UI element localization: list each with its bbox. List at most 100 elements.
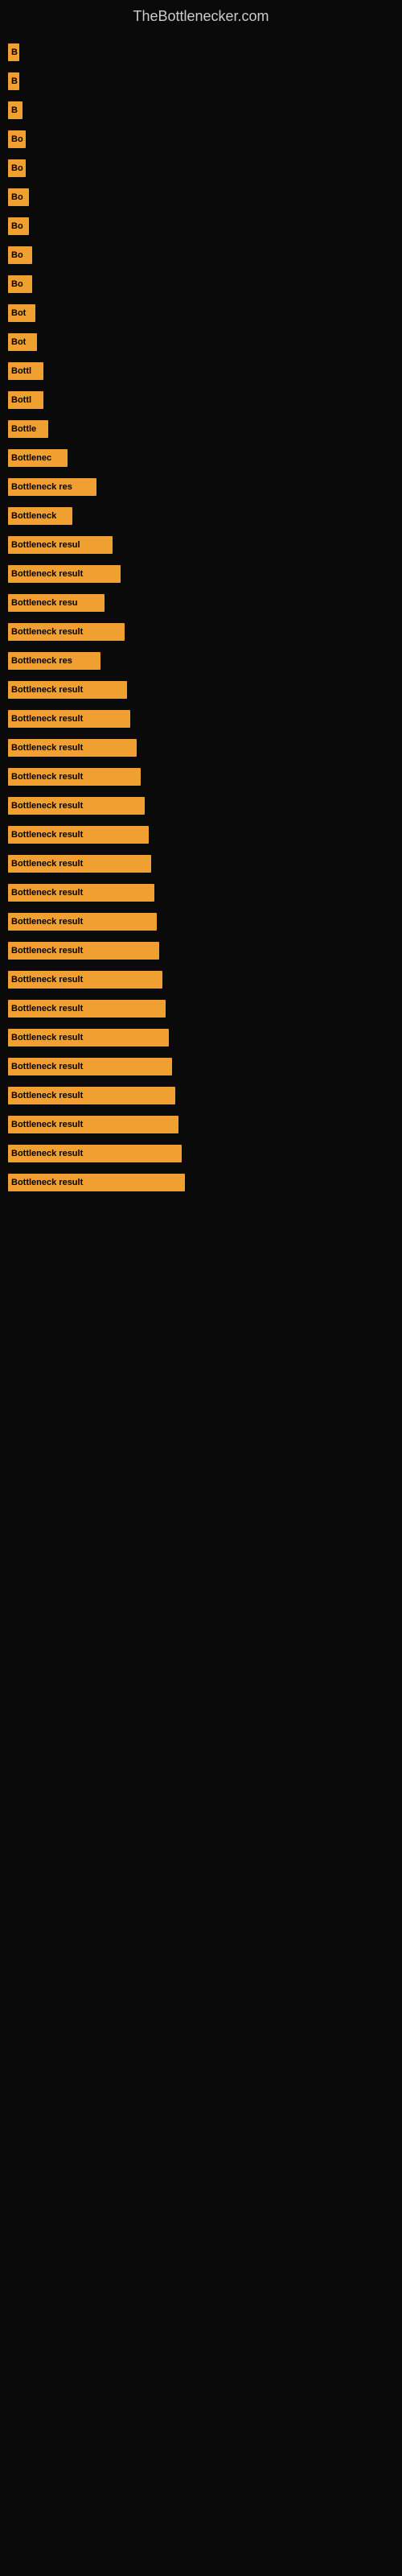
bar-item: Bottleneck [8, 507, 72, 525]
bar-label: Bottleneck result [11, 888, 83, 898]
bar-label: Bo [11, 134, 23, 144]
bar-row: Bottleneck result [8, 621, 394, 643]
bar-item: Bo [8, 188, 29, 206]
bar-row: Bottleneck resu [8, 592, 394, 614]
bar-item: Bottleneck result [8, 1058, 172, 1075]
bar-row: Bo [8, 157, 394, 180]
bar-row: Bottl [8, 360, 394, 382]
bar-row: Bottleneck result [8, 910, 394, 933]
bar-label: Bottleneck resu [11, 598, 78, 608]
bar-row: Bot [8, 331, 394, 353]
bar-row: Bottleneck result [8, 852, 394, 875]
bar-row: B [8, 99, 394, 122]
bar-item: Bottleneck result [8, 768, 141, 786]
bar-row: Bo [8, 273, 394, 295]
bar-item: Bottleneck result [8, 1000, 166, 1018]
site-title: TheBottlenecker.com [0, 0, 402, 29]
bar-row: Bottleneck result [8, 1171, 394, 1194]
bar-label: B [11, 47, 18, 57]
bar-label: Bottleneck result [11, 685, 83, 695]
bar-label: Bottleneck result [11, 1178, 83, 1187]
bar-row: Bottleneck result [8, 679, 394, 701]
bar-row: Bottleneck result [8, 563, 394, 585]
bar-item: Bottleneck result [8, 739, 137, 757]
bar-item: Bot [8, 333, 37, 351]
bar-row: Bottl [8, 389, 394, 411]
bar-item: Bottleneck result [8, 855, 151, 873]
bar-label: Bottleneck result [11, 1004, 83, 1013]
bar-item: Bottleneck result [8, 565, 121, 583]
bar-label: Bottle [11, 424, 36, 434]
bar-label: Bottleneck result [11, 772, 83, 782]
bar-label: Bottleneck res [11, 656, 72, 666]
bar-label: Bottl [11, 395, 31, 405]
bar-label: Bo [11, 192, 23, 202]
bar-row: Bo [8, 244, 394, 266]
bar-item: Bottleneck result [8, 797, 145, 815]
bar-row: Bottle [8, 418, 394, 440]
bar-label: Bottleneck resul [11, 540, 80, 550]
bar-row: Bottleneck result [8, 939, 394, 962]
bar-label: Bo [11, 279, 23, 289]
bar-row: Bottleneck res [8, 476, 394, 498]
bar-item: Bottlenec [8, 449, 68, 467]
bar-item: Bottleneck result [8, 826, 149, 844]
bar-item: Bottleneck resul [8, 536, 113, 554]
bar-item: Bottleneck result [8, 884, 154, 902]
bar-label: Bottleneck result [11, 1091, 83, 1100]
bar-label: Bottleneck result [11, 917, 83, 927]
bar-label: Bottleneck result [11, 569, 83, 579]
bar-row: Bottleneck result [8, 968, 394, 991]
bar-row: Bottleneck result [8, 997, 394, 1020]
bar-row: Bottleneck result [8, 708, 394, 730]
bar-label: Bottleneck result [11, 859, 83, 869]
bar-label: Bottleneck [11, 511, 56, 521]
bar-row: Bottleneck result [8, 795, 394, 817]
bar-item: Bottleneck result [8, 1116, 178, 1133]
bar-item: Bottleneck result [8, 971, 162, 989]
bar-item: Bottleneck result [8, 1145, 182, 1162]
bar-item: Bottle [8, 420, 48, 438]
bar-label: Bo [11, 163, 23, 173]
bar-row: Bottleneck res [8, 650, 394, 672]
bar-row: Bo [8, 186, 394, 208]
bar-label: Bot [11, 308, 26, 318]
bar-row: Bottlenec [8, 447, 394, 469]
bar-item: Bottleneck result [8, 1029, 169, 1046]
bar-row: Bottleneck result [8, 1055, 394, 1078]
bar-label: Bottleneck result [11, 714, 83, 724]
bars-container: BBBBoBoBoBoBoBoBotBotBottlBottlBottleBot… [0, 29, 402, 1212]
bar-label: Bottleneck result [11, 830, 83, 840]
bar-item: Bo [8, 159, 26, 177]
bar-item: Bottleneck result [8, 1174, 185, 1191]
bar-item: Bo [8, 275, 32, 293]
bar-item: Bottl [8, 362, 43, 380]
bar-label: Bottleneck result [11, 1062, 83, 1071]
bar-row: Bottleneck result [8, 766, 394, 788]
bar-label: Bottleneck result [11, 1149, 83, 1158]
bar-item: Bottleneck res [8, 478, 96, 496]
bar-item: B [8, 101, 23, 119]
bar-item: Bo [8, 130, 26, 148]
bar-row: Bottleneck resul [8, 534, 394, 556]
bar-row: Bot [8, 302, 394, 324]
bar-item: Bottleneck resu [8, 594, 105, 612]
bar-label: Bottleneck result [11, 801, 83, 811]
bar-row: Bottleneck result [8, 1142, 394, 1165]
bar-item: Bottleneck res [8, 652, 100, 670]
bar-label: Bottlenec [11, 453, 51, 463]
bar-row: Bottleneck result [8, 824, 394, 846]
bar-row: Bottleneck result [8, 737, 394, 759]
bar-label: Bottleneck result [11, 1120, 83, 1129]
bar-row: Bo [8, 128, 394, 151]
bar-label: Bot [11, 337, 26, 347]
bar-item: Bottleneck result [8, 1087, 175, 1104]
bar-item: Bo [8, 246, 32, 264]
bar-row: Bottleneck result [8, 881, 394, 904]
bar-label: Bottl [11, 366, 31, 376]
bar-row: Bottleneck result [8, 1026, 394, 1049]
bar-label: Bottleneck result [11, 743, 83, 753]
bar-item: Bottl [8, 391, 43, 409]
bar-row: Bottleneck result [8, 1084, 394, 1107]
bar-label: Bottleneck res [11, 482, 72, 492]
